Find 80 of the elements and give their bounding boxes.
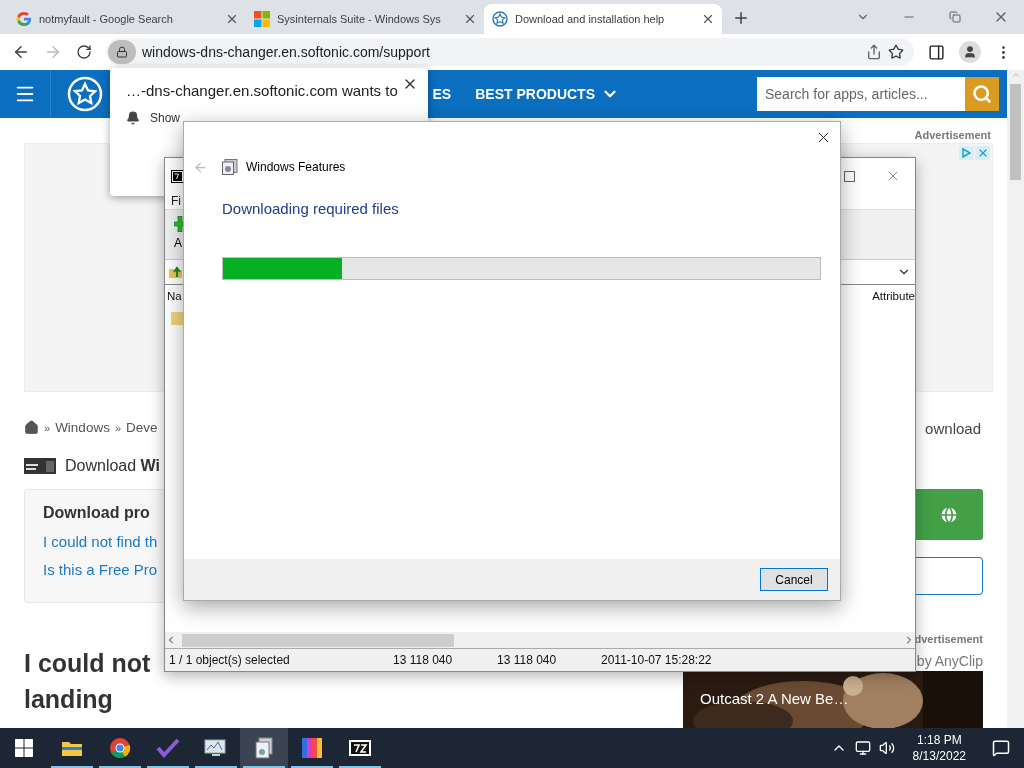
window-stack-icon [222, 159, 238, 175]
popup-text: …-dns-changer.en.softonic.com wants to [126, 82, 399, 99]
ad-label: Advertisement [914, 129, 991, 141]
nav-link[interactable]: BEST PRODUCTS [475, 85, 619, 103]
horizontal-scrollbar[interactable] [165, 632, 915, 648]
taskbar-app[interactable] [240, 728, 288, 768]
maximize-icon[interactable] [844, 170, 855, 182]
breadcrumb-separator: » [114, 421, 121, 434]
star-icon[interactable] [888, 44, 904, 60]
lock-icon[interactable] [108, 40, 136, 64]
address-bar[interactable]: windows-dns-changer.en.softonic.com/support [106, 38, 914, 66]
tab-title: Sysinternals Suite - Windows Sys [277, 13, 442, 25]
card-title: Download pro [43, 504, 151, 522]
dialog-title: Windows Features [246, 160, 346, 174]
bell-icon [126, 111, 140, 125]
tab-title: Download and installation help [515, 13, 666, 25]
window-stack-icon [253, 737, 275, 759]
url-text: windows-dns-changer.en.softonic.com/support [142, 44, 431, 60]
checkmark-icon [156, 738, 180, 758]
back-icon[interactable] [12, 43, 30, 61]
breadcrumb-link[interactable]: Deve [126, 420, 158, 435]
tab-title: notmyfault - Google Search [39, 13, 174, 25]
profile-icon[interactable] [959, 41, 981, 63]
browser-tab[interactable]: Sysinternals Suite - Windows Sys [246, 4, 484, 34]
article-heading: landing [24, 684, 114, 715]
folder-up-icon[interactable] [169, 265, 183, 279]
breadcrumb-separator: » [44, 421, 51, 434]
search-field[interactable]: Search for apps, articles... [757, 77, 965, 111]
reload-icon[interactable] [76, 44, 92, 60]
chrome-icon [109, 737, 131, 759]
status-text: 13 118 040 [496, 653, 558, 667]
close-icon[interactable] [701, 12, 715, 26]
scrollbar[interactable] [1007, 70, 1024, 728]
download-link[interactable]: ownload [925, 420, 981, 437]
four-squares-icon [254, 11, 270, 27]
toolbar-label: A [174, 236, 183, 250]
archive-icon [348, 739, 372, 757]
download-title: Download Wi [65, 457, 160, 475]
google-icon [16, 11, 32, 27]
breadcrumb-link[interactable]: Windows [55, 420, 110, 435]
side-panel-icon[interactable] [928, 43, 945, 61]
folder-icon [61, 739, 83, 757]
video-credit: by AnyClip [916, 653, 983, 669]
language-button[interactable] [915, 489, 983, 540]
status-text: 2011-10-07 15:28:22 [600, 653, 713, 667]
search-icon [972, 84, 992, 104]
color-bars-icon [301, 737, 323, 759]
status-text: 13 118 040 [392, 653, 454, 667]
menu-item[interactable]: Fi [171, 194, 181, 208]
outline-button[interactable] [915, 557, 983, 595]
browser-tab[interactable]: Download and installation help [484, 4, 722, 34]
share-icon[interactable] [866, 44, 882, 60]
scrollbar-thumb[interactable] [1010, 84, 1021, 180]
column-header[interactable]: Attribute [872, 290, 915, 302]
browser-tab[interactable]: notmyfault - Google Search [8, 4, 246, 34]
plus-icon[interactable] [174, 216, 186, 232]
network-icon[interactable] [854, 740, 871, 756]
video-title: Outcast 2 A New Be… [700, 690, 849, 707]
home-icon[interactable] [24, 420, 39, 435]
ad-label: dvertisement [914, 633, 983, 645]
article-heading: I could not [24, 648, 151, 679]
status-text: 1 / 1 object(s) selected [168, 653, 291, 667]
cancel-button[interactable]: Cancel [760, 568, 828, 591]
clock[interactable]: 1:18 PM 8/13/2022 [912, 732, 966, 764]
monitor-icon [204, 738, 228, 758]
app-thumbnail-icon [24, 458, 56, 474]
video-player[interactable]: Outcast 2 A New Be… [683, 671, 983, 728]
column-header[interactable]: Na [167, 290, 182, 302]
star-badge-icon [492, 11, 508, 27]
new-tab-icon[interactable] [732, 9, 750, 27]
dialog-heading: Downloading required files [222, 200, 400, 217]
windows-logo-icon [15, 739, 33, 757]
restore-icon[interactable] [949, 11, 961, 23]
star-logo-icon[interactable] [67, 76, 103, 112]
notification-icon[interactable] [992, 739, 1010, 757]
globe-icon [939, 504, 959, 525]
nav-link[interactable]: ES [432, 86, 452, 102]
volume-icon[interactable] [878, 740, 895, 756]
popup-option[interactable]: Show [150, 111, 181, 125]
folder-icon [171, 312, 183, 325]
